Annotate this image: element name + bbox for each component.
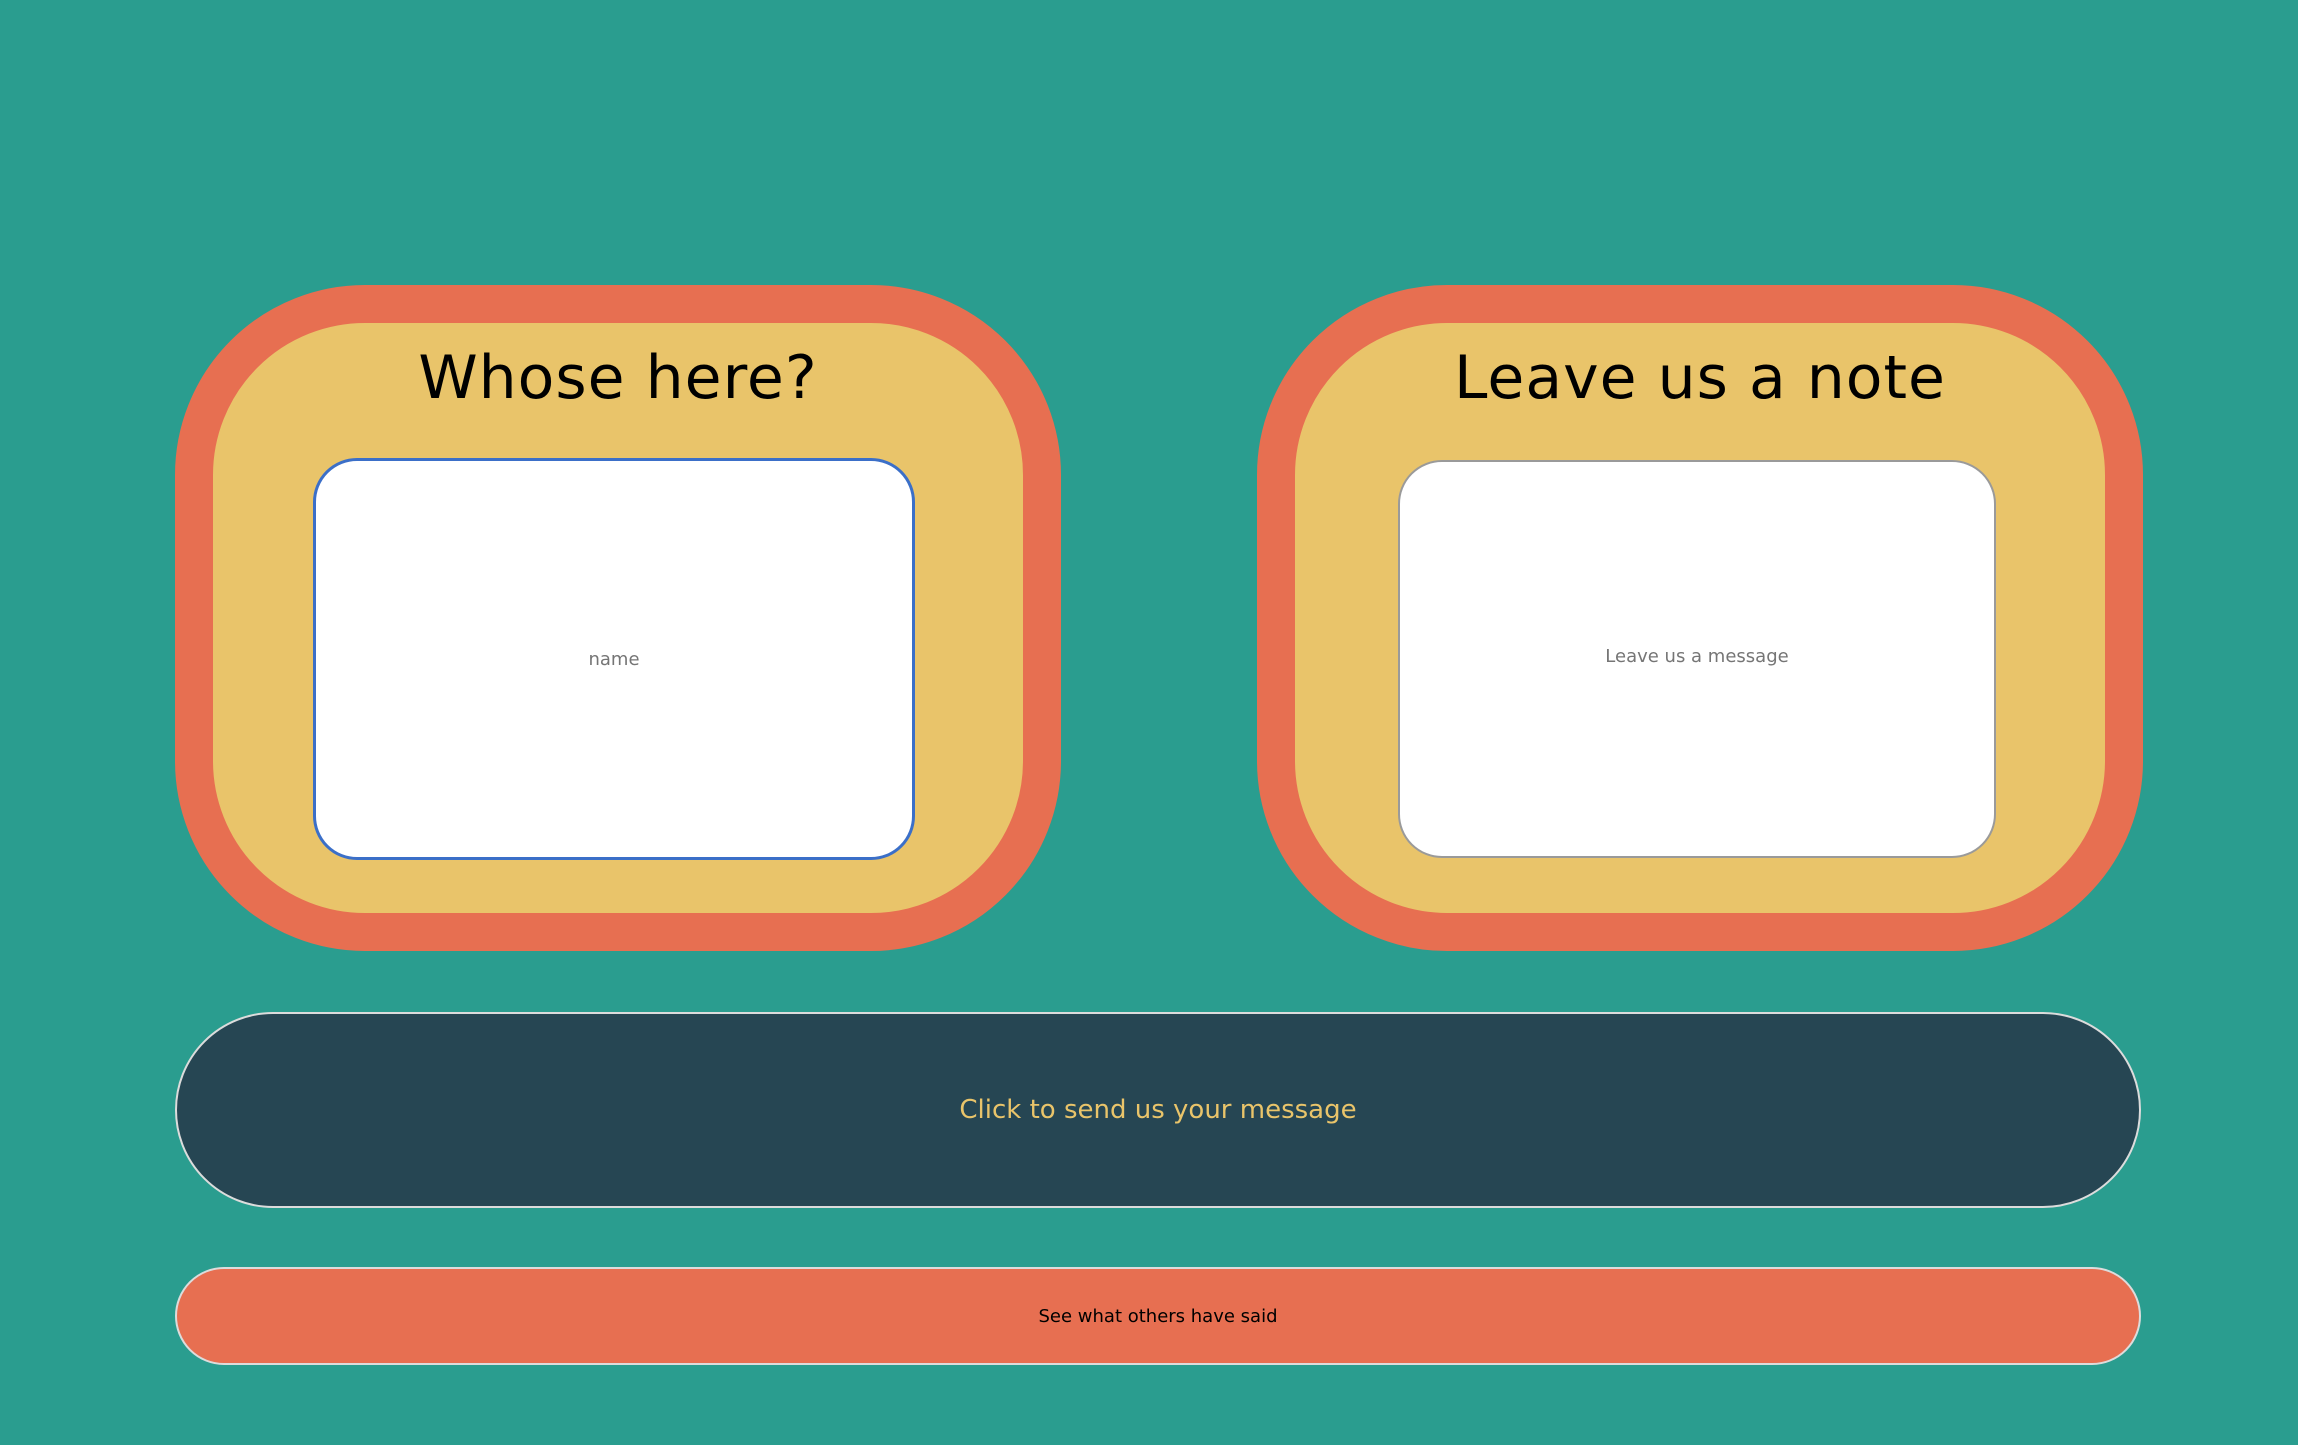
see-messages-button[interactable]: See what others have said [175,1267,2141,1365]
name-card: Whose here? [175,285,1061,951]
send-message-label: Click to send us your message [959,1095,1357,1125]
note-card-title: Leave us a note [1454,343,1946,413]
send-message-button[interactable]: Click to send us your message [175,1012,2141,1208]
name-input[interactable] [313,458,915,860]
message-input[interactable] [1398,460,1996,858]
name-card-title: Whose here? [418,343,818,413]
note-card: Leave us a note [1257,285,2143,951]
see-messages-label: See what others have said [1038,1305,1278,1327]
